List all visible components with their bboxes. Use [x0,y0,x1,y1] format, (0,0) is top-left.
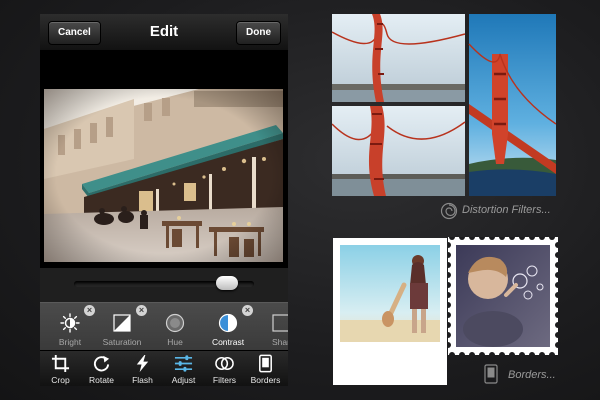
borders-label: Borders... [508,369,556,381]
option-bright[interactable]: × Bright [42,303,98,351]
option-sharpen[interactable]: Shar [253,303,288,351]
tool-label-adjust: Adjust [171,375,196,385]
rotate-icon [93,355,110,372]
stamp-border-frame [448,237,558,355]
tool-rotate[interactable]: Rotate [81,351,122,386]
navigation-bar: Cancel Edit Done [40,14,288,51]
tool-label-borders: Borders [250,375,281,385]
done-button[interactable]: Done [236,21,281,45]
remove-contrast-icon[interactable]: × [242,305,253,316]
adjust-sliders-icon [174,355,193,372]
hue-icon [165,313,185,333]
tool-label-rotate: Rotate [88,375,115,385]
option-label-contrast: Contrast [211,337,245,347]
distortion-filters-collage [332,14,556,196]
cafe-street-photo [44,89,283,262]
saturation-icon [113,314,131,332]
tool-flash[interactable]: Flash [122,351,163,386]
flash-icon [136,354,149,373]
option-contrast[interactable]: × Contrast [200,303,256,351]
bridge-tile-right [468,14,556,196]
crop-icon [51,354,70,373]
adjust-slider-thumb[interactable] [216,276,238,290]
option-label-hue: Hue [167,337,183,347]
photo-preview-area [40,50,288,268]
phone-screen: Cancel Edit Done × Bright × Saturation H… [40,14,288,386]
filters-circles-icon [215,357,234,370]
sun-icon [60,313,80,333]
bridge-tile-top-left [332,14,466,102]
option-hue[interactable]: Hue [147,303,203,351]
tool-label-flash: Flash [132,375,153,385]
tool-adjust[interactable]: Adjust [163,351,204,386]
tool-crop[interactable]: Crop [40,351,81,386]
sharpen-icon [272,314,288,332]
tool-borders[interactable]: Borders [245,351,286,386]
tool-label-filters: Filters [212,375,237,385]
contrast-icon [218,313,238,333]
option-label-saturation: Saturation [102,337,142,347]
bridge-tile-bottom-left [332,106,466,196]
girl-with-guitar-photo [340,245,440,342]
option-saturation[interactable]: × Saturation [94,303,150,351]
option-label-bright: Bright [58,337,82,347]
adjust-slider-area [40,268,288,302]
option-label-sharpen: Shar [272,337,288,347]
remove-saturation-icon[interactable]: × [136,305,147,316]
distortion-filters-label: Distortion Filters... [462,204,551,216]
borders-frame-icon [259,354,272,373]
polaroid-frame [333,238,447,385]
bottom-toolbar: Crop Rotate Flash Adjust Filters Borders [40,350,288,386]
adjustment-options-row: × Bright × Saturation Hue × Contrast Sha [40,302,288,351]
spiral-icon [440,202,458,220]
borders-frame-icon [484,364,498,384]
tool-filters[interactable]: Filters [204,351,245,386]
